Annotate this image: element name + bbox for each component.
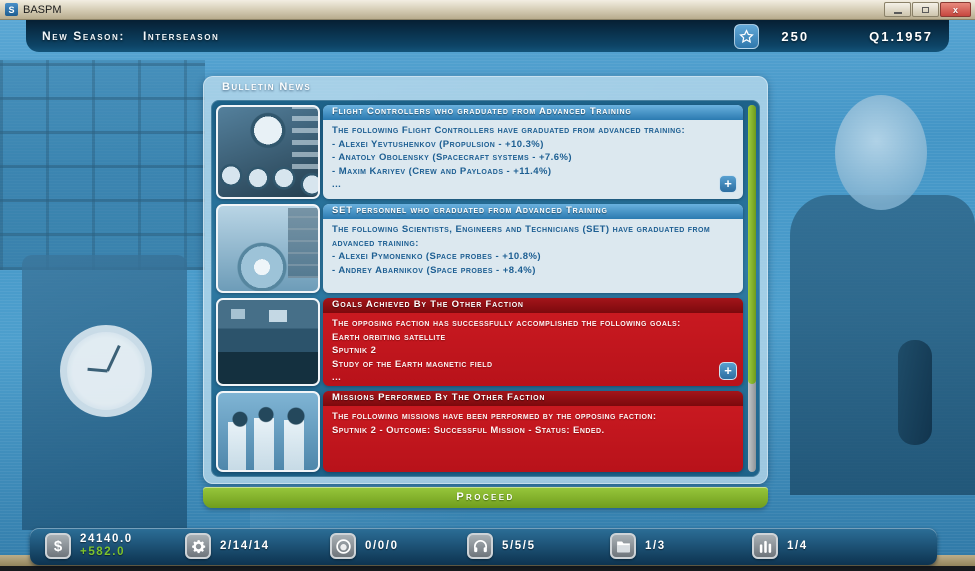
news-line: - Alexei Yevtushenkov (Propulsion - +10.… [332,138,544,150]
news-card: SET personnel who graduated from Advance… [323,204,743,293]
news-item-title: SET personnel who graduated from Advance… [323,204,743,219]
game-area: New Season: Interseason 250 Q1.1957 Bulle… [0,20,975,571]
news-thumbnail-team-photo [216,391,320,472]
news-item-body: The opposing faction has successfully ac… [323,313,743,386]
news-line: Earth orbiting satellite [332,331,446,343]
news-card: Missions Performed By The Other Faction … [323,391,743,472]
news-item-title: Missions Performed By The Other Faction [323,391,743,406]
new-season-label: New Season: [42,29,125,43]
clock-hand [87,367,108,373]
background-microphone [898,340,932,445]
facilities-value: 1/4 [787,540,808,552]
facilities-stat[interactable]: 1/4 [752,533,808,559]
news-line: - Anatoly Obolensky (Spacecraft systems … [332,152,573,163]
background-shelf [0,60,205,270]
news-item-title: Goals Achieved By The Other Faction [323,298,743,313]
proceed-button[interactable]: Proceed [203,487,768,508]
status-bar: $ 24140.0 +582.0 2/14/14 0/0/0 5/5/5 1/3… [30,528,937,565]
news-card: Goals Achieved By The Other Faction The … [323,298,743,386]
news-thumbnail-satellite-assembly [216,204,320,293]
star-button[interactable] [734,23,760,49]
gear-icon [185,533,211,559]
funds-delta: +582.0 [80,546,126,558]
expand-button[interactable]: + [719,175,737,193]
bulletin-list-container: Flight Controllers who graduated from Ad… [211,100,760,477]
app-icon: S [5,3,18,16]
astronaut-helmet-icon [330,533,356,559]
game-window: S BASPM x New Season: Interseason 250 Q1… [0,0,975,571]
close-button[interactable]: x [940,2,971,17]
news-line: - Andrey Abarnikov (Space probes - +8.4%… [332,264,536,276]
clock-hand [106,344,121,372]
news-line: - Maxim Kariyev (Crew and Payloads - +11… [332,165,552,177]
background-clock [60,325,152,417]
news-item[interactable]: Missions Performed By The Other Faction … [216,391,743,472]
astronauts-stat[interactable]: 0/0/0 [330,533,399,559]
news-line: - Alexei Pymonenko (Space probes - +10.8… [332,251,541,262]
window-title: BASPM [23,3,62,16]
season-header: New Season: Interseason 250 Q1.1957 [26,20,949,52]
news-thumbnail-mission-control [216,298,320,386]
header-right: 250 Q1.1957 [734,23,933,49]
news-item-body: The following missions have been perform… [323,406,743,441]
personnel-value: 2/14/14 [220,540,270,552]
news-line: Sputnik 2 [332,345,377,356]
news-item[interactable]: Goals Achieved By The Other Faction The … [216,298,743,386]
expand-button[interactable]: + [719,362,737,380]
personnel-stat[interactable]: 2/14/14 [185,533,270,559]
news-item-body: The following Flight Controllers have gr… [323,120,743,196]
news-list: Flight Controllers who graduated from Ad… [216,105,743,472]
news-line: Study of the Earth magnetic field [332,358,493,370]
star-icon [739,28,755,44]
missions-stat[interactable]: 1/3 [610,533,666,559]
minimize-button[interactable] [884,2,911,17]
bulletin-title: Bulletin News [222,81,312,93]
news-item[interactable]: Flight Controllers who graduated from Ad… [216,105,743,199]
season-value: Interseason [142,29,220,43]
news-line: The following Scientists, Engineers and … [332,224,711,249]
rockets-icon [752,533,778,559]
news-line: ... [332,372,342,383]
news-item-title: Flight Controllers who graduated from Ad… [323,105,743,120]
news-line: The opposing faction has successfully ac… [332,318,681,329]
headset-icon [467,533,493,559]
background-figure-body [790,195,975,495]
news-line: The following Flight Controllers have gr… [332,125,686,136]
window-titlebar: S BASPM x [0,0,975,20]
scrollbar[interactable] [748,105,756,472]
flight-controllers-value: 5/5/5 [502,540,536,552]
background-figure-head [835,95,927,210]
star-count: 250 [781,28,810,44]
funds-stat[interactable]: $ 24140.0 +582.0 [45,533,133,559]
maximize-button[interactable] [912,2,939,17]
funds-value: 24140.0 [80,533,133,545]
news-line: The following missions have been perform… [332,411,657,422]
window-bottom-edge [0,566,975,571]
news-item[interactable]: SET personnel who graduated from Advance… [216,204,743,293]
folder-icon [610,533,636,559]
funds-text: 24140.0 +582.0 [80,533,133,559]
maximize-icon [922,6,929,13]
dollar-icon: $ [45,533,71,559]
minimize-icon [893,11,902,14]
news-thumbnail-control-panel [216,105,320,199]
news-item-body: The following Scientists, Engineers and … [323,219,743,281]
scrollbar-thumb[interactable] [748,105,756,384]
astronauts-value: 0/0/0 [365,540,399,552]
news-line: Sputnik 2 - Outcome: Successful Mission … [332,424,605,436]
news-line: ... [332,179,342,190]
current-date: Q1.1957 [869,28,933,44]
window-controls: x [884,2,971,17]
bulletin-panel: Bulletin News Flight Controllers who gra… [203,76,768,484]
missions-value: 1/3 [645,540,666,552]
season-text: New Season: Interseason [42,29,219,43]
news-card: Flight Controllers who graduated from Ad… [323,105,743,199]
flight-controllers-stat[interactable]: 5/5/5 [467,533,536,559]
